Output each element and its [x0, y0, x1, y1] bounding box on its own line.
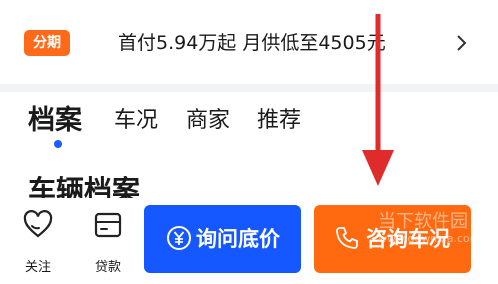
tab-condition[interactable]: 车况: [114, 104, 158, 138]
installment-badge: 分期: [24, 30, 70, 56]
loan-button[interactable]: 贷款: [80, 206, 136, 278]
tab-dealer[interactable]: 商家: [186, 104, 230, 138]
inquire-price-button[interactable]: 询问底价: [144, 205, 301, 273]
watermark: 当下软件园 www.downxia.com: [378, 211, 481, 246]
tab-recommend[interactable]: 推荐: [257, 104, 301, 138]
loan-label: 贷款: [94, 260, 121, 275]
follow-label: 关注: [24, 260, 51, 275]
chevron-right-icon[interactable]: [454, 30, 470, 56]
promo-banner[interactable]: 分期 首付5.94万起 月供低至4505元: [0, 0, 498, 84]
tab-archive[interactable]: 档案: [28, 104, 82, 138]
promo-text: 首付5.94万起 月供低至4505元: [118, 32, 386, 54]
yuan-icon: [167, 226, 191, 250]
inquire-price-label: 询问底价: [196, 227, 280, 251]
active-tab-indicator: [54, 140, 62, 148]
follow-button[interactable]: 关注: [10, 206, 66, 278]
heart-icon: [23, 210, 53, 238]
phone-icon: [336, 227, 358, 249]
red-arrow-annotation: [362, 14, 394, 186]
wallet-icon: [94, 212, 122, 238]
watermark-title: 当下软件园: [378, 211, 468, 232]
watermark-url: www.downxia.com: [378, 232, 481, 245]
